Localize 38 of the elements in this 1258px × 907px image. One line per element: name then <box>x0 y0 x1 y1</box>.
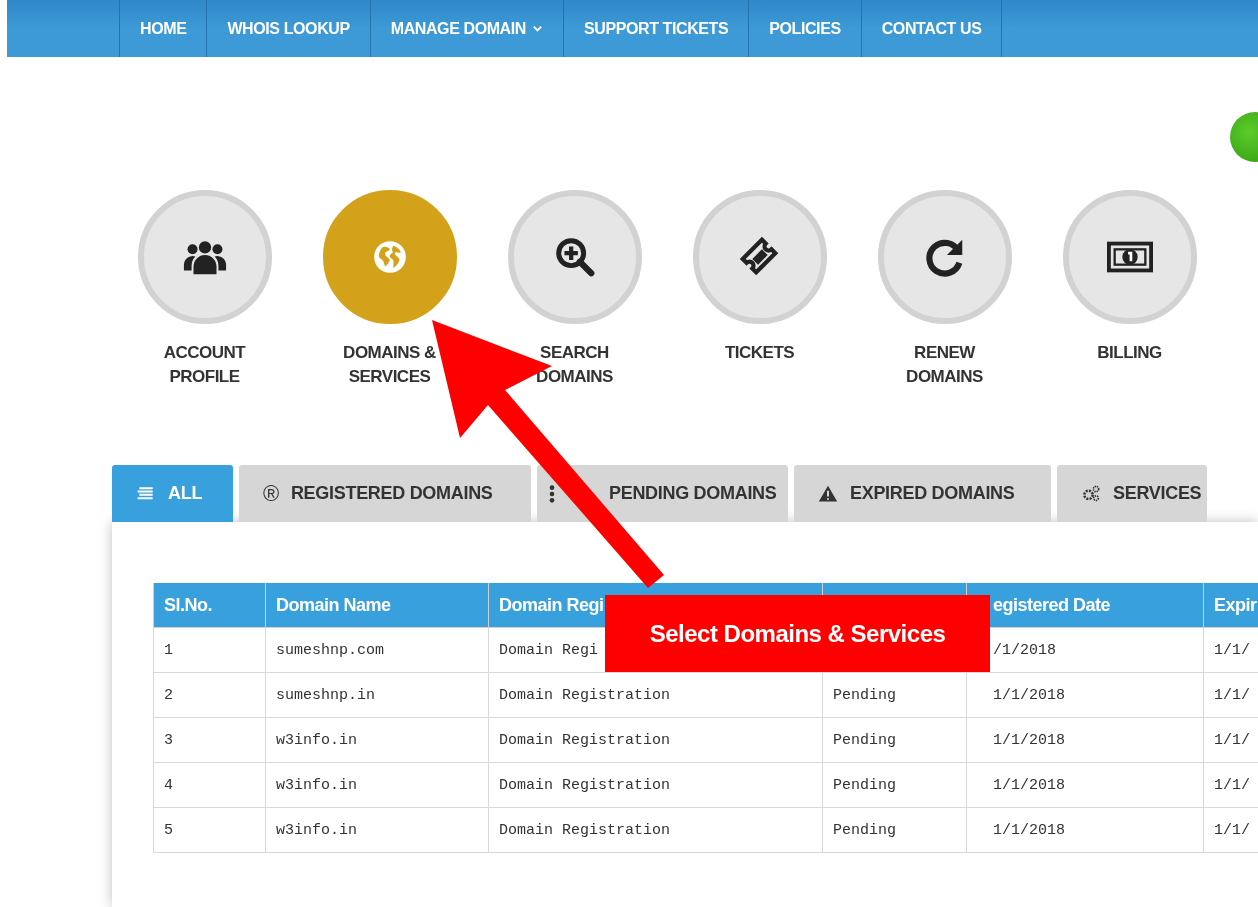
table-cell: 1/1/2018 <box>966 672 1204 718</box>
dots-icon <box>549 484 555 503</box>
quick-link-label[interactable]: ACCOUNT PROFILE <box>163 341 246 389</box>
table-cell: Pending <box>822 762 967 808</box>
chevron-down-icon <box>531 23 543 34</box>
table-cell: 5 <box>153 807 266 853</box>
table-cell: 4 <box>153 762 266 808</box>
gears-icon <box>1081 483 1101 504</box>
table-cell: Pending <box>822 717 967 763</box>
table-cell: Domain Registration <box>488 762 823 808</box>
table-cell: 2 <box>153 672 266 718</box>
table-cell: 1/1/2018 <box>966 807 1204 853</box>
quick-link-label[interactable]: RENEW DOMAINS <box>906 341 983 389</box>
column-header: Expir <box>1203 583 1258 628</box>
quick-link-label[interactable]: TICKETS <box>724 341 795 365</box>
table-cell: Pending <box>822 807 967 853</box>
table-cell: sumeshnp.com <box>265 627 489 673</box>
table-cell: sumeshnp.in <box>265 672 489 718</box>
filter-tab[interactable]: ® REGISTERED DOMAINS <box>239 465 531 522</box>
table-cell: w3info.in <box>265 717 489 763</box>
registered-symbol: ® <box>263 480 279 507</box>
table-cell: w3info.in <box>265 807 489 853</box>
filter-tab[interactable]: EXPIRED DOMAINS <box>794 465 1051 522</box>
table-cell: w3info.in <box>265 762 489 808</box>
table-cell: 1/1/2018 <box>966 762 1204 808</box>
table-cell: 1 <box>153 627 266 673</box>
table-cell: 1/1/2018 <box>966 717 1204 763</box>
column-header: egistered Date <box>966 583 1204 628</box>
column-header: Domain Name <box>265 583 489 628</box>
column-header: Sl.No. <box>153 583 266 628</box>
quick-link-label[interactable]: BILLING <box>1097 341 1162 365</box>
annotation-callout: Select Domains & Services <box>605 595 990 672</box>
table-cell: Domain Registration <box>488 807 823 853</box>
quick-link-label[interactable]: SEARCH DOMAINS <box>536 341 613 389</box>
table-cell: 3 <box>153 717 266 763</box>
quick-link-label[interactable]: DOMAINS & SERVICES <box>343 341 436 389</box>
table-cell: Domain Registration <box>488 717 823 763</box>
filter-tab[interactable]: SERVICES <box>1057 465 1207 522</box>
